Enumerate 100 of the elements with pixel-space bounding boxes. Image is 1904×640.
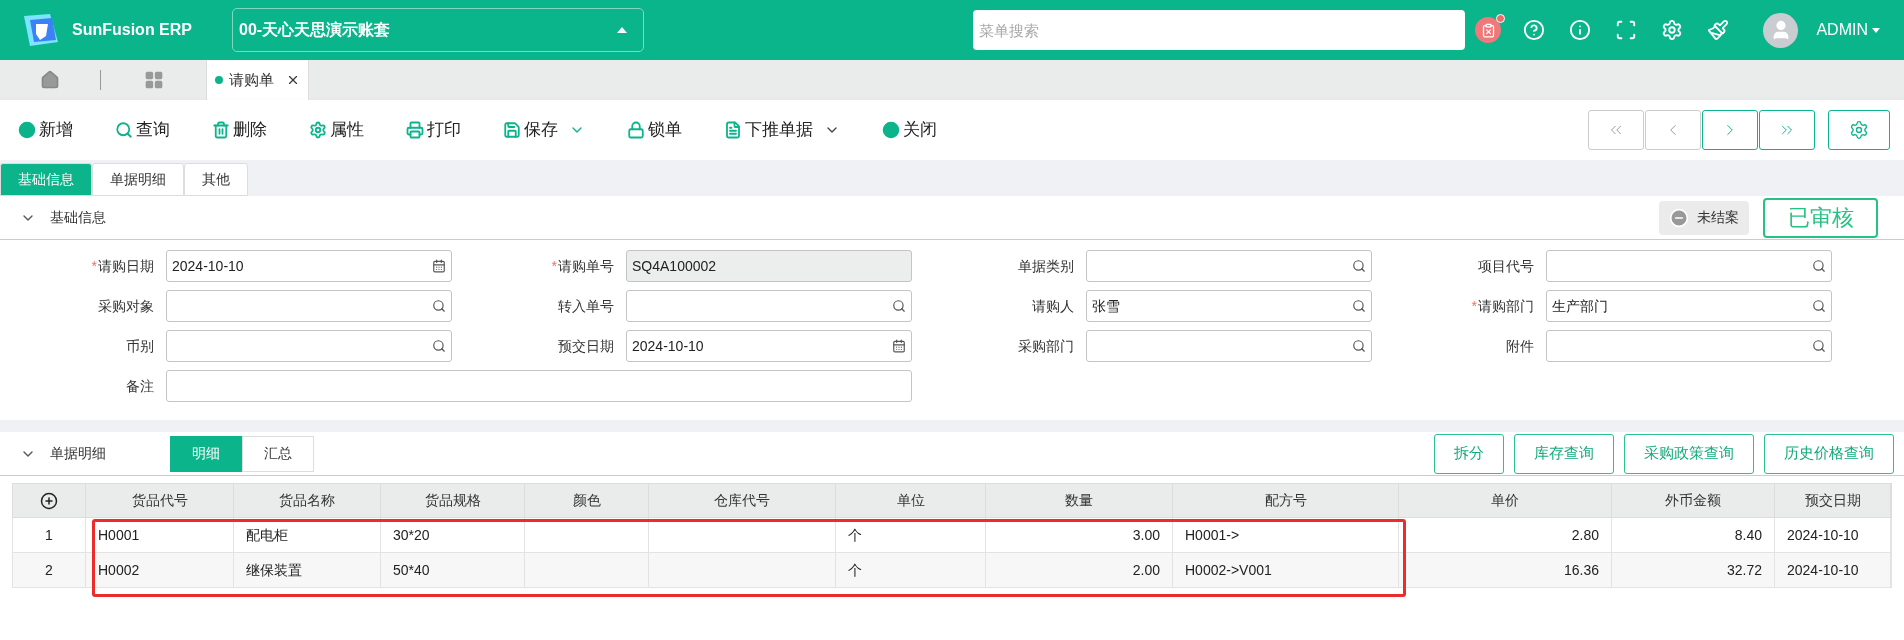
input-field[interactable]: 张雪: [1086, 290, 1372, 322]
table-cell: 8.40: [1612, 518, 1775, 552]
toolbar-icon: [212, 121, 230, 139]
form-tab[interactable]: 其他: [184, 163, 248, 196]
table-cell: 2024-10-10: [1775, 553, 1891, 587]
input-field[interactable]: SQ4A100002: [626, 250, 912, 282]
fullscreen-icon[interactable]: [1615, 19, 1638, 41]
column-header: 外币金额: [1612, 484, 1775, 517]
approval-stamp: 已审核: [1763, 197, 1878, 238]
calendar-icon: [432, 259, 446, 273]
page-tab[interactable]: 请购单: [206, 60, 309, 100]
toolbar-icon: [309, 121, 327, 139]
column-header: 配方号: [1173, 484, 1399, 517]
field-label: 预交日期: [558, 336, 614, 356]
field-label: 采购对象: [98, 296, 154, 316]
toolbar-button[interactable]: 删除: [212, 117, 267, 143]
calendar-icon: [892, 339, 906, 353]
table-cell: 3.00: [986, 518, 1173, 552]
table-cell: H0001: [86, 518, 234, 552]
table-cell: H0001->: [1173, 518, 1399, 552]
input-field[interactable]: 生产部门: [1546, 290, 1832, 322]
search-field[interactable]: 菜单搜索: [973, 10, 1466, 50]
field-label: 采购部门: [1018, 336, 1074, 356]
search-icon: [432, 339, 446, 353]
record-nav-button[interactable]: [1759, 110, 1815, 150]
settings-icon[interactable]: [1661, 19, 1684, 41]
toolbar-button[interactable]: 新增: [18, 117, 73, 143]
info-icon[interactable]: [1569, 19, 1592, 41]
toolbar-button[interactable]: 属性: [309, 117, 364, 143]
column-header: 单位: [836, 484, 986, 517]
status-badge: 未结案: [1659, 200, 1749, 235]
search-icon: [1352, 259, 1366, 273]
table-cell: 30*20: [381, 518, 525, 552]
help-icon[interactable]: [1523, 19, 1546, 41]
add-row-icon[interactable]: [40, 491, 58, 510]
table-cell: 继保装置: [234, 553, 381, 587]
column-header: 货品规格: [381, 484, 525, 517]
close-icon[interactable]: [286, 73, 300, 87]
column-header: 货品代号: [86, 484, 234, 517]
input-field[interactable]: [166, 370, 912, 402]
input-field[interactable]: [626, 290, 912, 322]
view-toggle[interactable]: 汇总: [242, 435, 314, 472]
field-label: 请购人: [1032, 296, 1074, 316]
toolbar-icon: [503, 121, 521, 139]
column-header: 颜色: [525, 484, 649, 517]
form-tab[interactable]: 单据明细: [92, 163, 184, 196]
table-cell: H0002->V001: [1173, 553, 1399, 587]
input-field[interactable]: 2024-10-10: [166, 250, 452, 282]
toolbar-icon: [406, 121, 424, 139]
required-mark: *: [91, 256, 97, 276]
table-cell: 2024-10-10: [1775, 518, 1891, 552]
toolbar-button[interactable]: 锁单: [627, 117, 682, 143]
field-label: 备注: [126, 376, 154, 396]
field-label: 附件: [1506, 336, 1534, 356]
column-header: 单价: [1399, 484, 1612, 517]
required-mark: *: [1471, 296, 1477, 316]
table-cell: 配电柜: [234, 518, 381, 552]
search-icon: [1352, 299, 1366, 313]
logo-text: SunFusion ERP: [72, 20, 192, 40]
table-cell: 2.00: [986, 553, 1173, 587]
settings-button[interactable]: [1828, 110, 1890, 150]
toolbar-button[interactable]: 下推单据: [724, 117, 840, 143]
brush-icon[interactable]: [1707, 19, 1730, 41]
grid-icon: [143, 70, 164, 90]
search-icon: [1352, 339, 1366, 353]
home-icon: [40, 70, 60, 90]
section-title: 基础信息: [50, 208, 106, 227]
input-field[interactable]: [1546, 250, 1832, 282]
search-icon: [892, 299, 906, 313]
field-label: 请购部门: [1478, 296, 1534, 316]
clipboard-icon[interactable]: [1480, 22, 1496, 38]
row-number: 2: [13, 553, 86, 587]
column-header: 货品名称: [234, 484, 381, 517]
toolbar-button[interactable]: 查询: [115, 117, 170, 143]
input-field[interactable]: [166, 290, 452, 322]
table-cell: 50*40: [381, 553, 525, 587]
settings-icon: [1849, 120, 1869, 140]
toolbar-icon: [18, 121, 36, 139]
field-label: 转入单号: [558, 296, 614, 316]
table-cell: H0002: [86, 553, 234, 587]
toolbar-button[interactable]: 保存: [503, 117, 585, 143]
table-cell: 16.36: [1399, 553, 1612, 587]
input-field[interactable]: 2024-10-10: [626, 330, 912, 362]
field-label: 币别: [126, 336, 154, 356]
column-header: 预交日期: [1775, 484, 1891, 517]
search-icon: [1812, 299, 1826, 313]
input-field[interactable]: [1546, 330, 1832, 362]
input-field[interactable]: [1086, 330, 1372, 362]
minus-icon: [1669, 207, 1689, 228]
toolbar-button[interactable]: 打印: [406, 117, 461, 143]
field-label: 请购单号: [558, 256, 614, 276]
search-icon: [432, 299, 446, 313]
input-field[interactable]: [1086, 250, 1372, 282]
table-cell: 个: [836, 553, 986, 587]
table-cell: 2.80: [1399, 518, 1612, 552]
avatar[interactable]: [1763, 12, 1799, 48]
section-title: 单据明细: [50, 444, 107, 463]
toolbar-button[interactable]: 关闭: [882, 117, 937, 143]
input-field[interactable]: [166, 330, 452, 362]
record-nav-button[interactable]: [1702, 110, 1758, 150]
